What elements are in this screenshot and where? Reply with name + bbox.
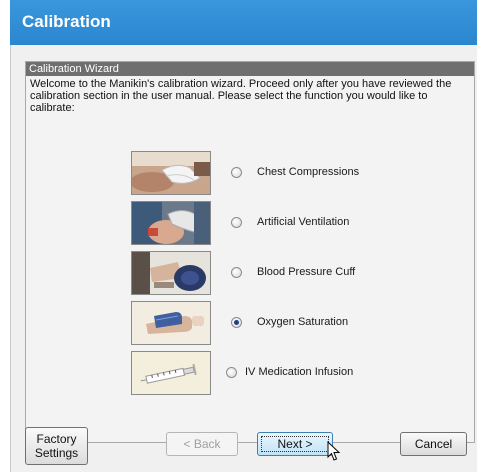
- cancel-button[interactable]: Cancel: [400, 432, 467, 456]
- dialog-panel: Calibration Wizard Welcome to the Maniki…: [10, 45, 477, 472]
- pulse-oximeter-image: [131, 301, 211, 345]
- radio-blood-pressure-cuff[interactable]: [231, 267, 242, 278]
- option-iv-medication-infusion[interactable]: IV Medication Infusion: [26, 351, 474, 395]
- option-label: IV Medication Infusion: [245, 366, 354, 378]
- radio-iv-medication-infusion[interactable]: [226, 367, 237, 378]
- title-bar: Calibration: [10, 0, 477, 45]
- radio-oxygen-saturation[interactable]: [231, 317, 242, 328]
- option-label: Blood Pressure Cuff: [257, 266, 356, 278]
- back-button[interactable]: < Back: [166, 432, 238, 456]
- option-label: Oxygen Saturation: [257, 316, 349, 328]
- radio-chest-compressions[interactable]: [231, 167, 242, 178]
- wizard-header: Calibration Wizard: [26, 62, 474, 76]
- option-chest-compressions[interactable]: Chest Compressions: [26, 151, 474, 195]
- factory-settings-button[interactable]: Factory Settings: [25, 427, 88, 465]
- ventilation-image: [131, 201, 211, 245]
- option-oxygen-saturation[interactable]: Oxygen Saturation: [26, 301, 474, 345]
- bp-cuff-image: [131, 251, 211, 295]
- mouse-cursor-icon: [327, 441, 341, 461]
- option-label: Artificial Ventilation: [257, 216, 350, 228]
- calibration-wizard-group: Calibration Wizard Welcome to the Maniki…: [25, 61, 475, 443]
- focus-rect: [261, 436, 329, 452]
- option-label: Chest Compressions: [257, 166, 360, 178]
- window-title: Calibration: [22, 12, 111, 31]
- option-artificial-ventilation[interactable]: Artificial Ventilation: [26, 201, 474, 245]
- factory-settings-line2: Settings: [34, 446, 79, 460]
- hands-on-chest-image: [131, 151, 211, 195]
- factory-settings-line1: Factory: [36, 432, 77, 446]
- syringe-image: [131, 351, 211, 395]
- next-button[interactable]: Next >: [257, 432, 333, 456]
- wizard-intro-text: Welcome to the Manikin's calibration wiz…: [30, 78, 452, 114]
- radio-artificial-ventilation[interactable]: [231, 217, 242, 228]
- option-blood-pressure-cuff[interactable]: Blood Pressure Cuff: [26, 251, 474, 295]
